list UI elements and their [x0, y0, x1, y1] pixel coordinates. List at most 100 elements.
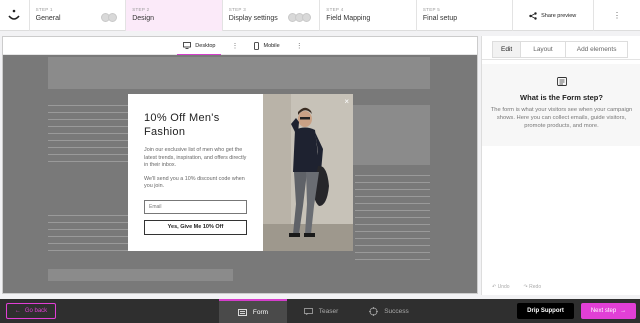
placeholder-line: [355, 224, 430, 225]
popup-title[interactable]: 10% Off Men's Fashion: [144, 111, 247, 139]
help-text: The form is what your visitors see when …: [490, 107, 633, 129]
mobile-tab[interactable]: Mobile: [248, 37, 285, 55]
placeholder-line: [355, 259, 430, 260]
placeholder-block: [48, 269, 233, 281]
redo-icon: ↷: [523, 284, 528, 290]
popup-body-text[interactable]: Join our exclusive list of men who get t…: [144, 147, 247, 170]
arrow-left-icon: ←: [14, 308, 21, 314]
placeholder-line: [355, 203, 430, 204]
step-display-settings[interactable]: STEP 3 Display settings: [221, 0, 320, 31]
go-back-label: Go back: [24, 308, 48, 314]
help-title: What is the Form step?: [520, 93, 603, 102]
step-label: Final setup: [422, 15, 458, 22]
help-doc-icon: [482, 77, 640, 88]
kebab-icon[interactable]: ⋮: [592, 0, 640, 31]
kebab-icon[interactable]: ⋮: [296, 42, 303, 50]
placeholder-line: [48, 140, 128, 141]
placeholder-line: [355, 231, 430, 232]
success-icon: [369, 306, 379, 316]
logo-icon[interactable]: [0, 0, 29, 31]
help-box: What is the Form step? The form is what …: [482, 64, 640, 146]
step-label: Field Mapping: [326, 15, 371, 22]
redo-label: Redo: [529, 284, 542, 290]
popup-body-text-2[interactable]: We'll send you a 10% discount code when …: [144, 176, 247, 191]
placeholder-line: [48, 215, 128, 216]
tab-teaser-label: Teaser: [318, 307, 339, 315]
placeholder-block: [48, 57, 430, 89]
placeholder-line: [48, 126, 128, 127]
arrow-right-icon: →: [620, 308, 627, 314]
tab-form-label: Form: [252, 308, 269, 316]
placeholder-line: [48, 154, 128, 155]
step-field-mapping[interactable]: STEP 4 Field Mapping: [319, 0, 416, 31]
placeholder-line: [355, 189, 430, 190]
step-design[interactable]: STEP 2 Design: [125, 0, 222, 31]
placeholder-line: [48, 229, 128, 230]
desktop-tab[interactable]: Desktop: [177, 37, 222, 56]
editor-panel: Edit Layout Add elements What is the For…: [481, 36, 640, 295]
panel-tabs: Edit Layout Add elements: [482, 36, 640, 60]
popup-image[interactable]: ×: [263, 94, 353, 251]
tab-teaser[interactable]: Teaser: [287, 299, 355, 323]
placeholder-line: [355, 175, 430, 176]
placeholder-line: [48, 119, 128, 120]
tab-edit[interactable]: Edit: [492, 41, 522, 58]
tab-add-elements[interactable]: Add elements: [565, 41, 629, 58]
step-label: Design: [132, 15, 154, 22]
placeholder-line: [48, 222, 128, 223]
man-photo: [263, 94, 353, 251]
placeholder-line: [48, 147, 128, 148]
popup-form[interactable]: 10% Off Men's Fashion Join our exclusive…: [128, 94, 353, 251]
desktop-icon: [183, 42, 192, 49]
placeholder-line: [355, 217, 430, 218]
placeholder-line: [48, 133, 128, 134]
device-switcher: Desktop ⋮ Mobile ⋮: [3, 37, 477, 56]
next-step-label: Next step: [590, 308, 617, 314]
top-step-bar: STEP 1 General STEP 2 Design STEP 3 Disp…: [0, 0, 640, 31]
mobile-icon: [254, 41, 260, 50]
placeholder-line: [355, 196, 430, 197]
tab-layout[interactable]: Layout: [521, 41, 566, 58]
kebab-icon[interactable]: ⋮: [231, 42, 238, 50]
tab-success-label: Success: [384, 307, 409, 315]
placeholder-line: [48, 161, 128, 162]
placeholder-line: [48, 236, 128, 237]
placeholder-line: [48, 105, 128, 106]
placeholder-line: [48, 250, 128, 251]
teaser-icon: [303, 307, 313, 315]
tab-form[interactable]: Form: [219, 299, 287, 323]
form-icon: [238, 308, 247, 316]
history-controls: ↶ Undo ↷ Redo: [492, 284, 541, 290]
placeholder-line: [355, 210, 430, 211]
share-icon: [529, 11, 537, 20]
go-back-button[interactable]: ← Go back: [6, 303, 56, 319]
bottom-bar: ← Go back Form Teaser Success Drip Suppo…: [0, 299, 640, 323]
step-general[interactable]: STEP 1 General: [28, 0, 126, 31]
cta-button[interactable]: Yes, Give Me 10% Off: [144, 219, 247, 235]
share-preview-button[interactable]: Share preview: [511, 0, 593, 31]
step-final-setup[interactable]: STEP 5 Final setup: [415, 0, 512, 31]
close-icon[interactable]: ×: [344, 97, 349, 106]
view-tabs: Form Teaser Success: [219, 299, 423, 323]
drip-support-button[interactable]: Drip Support: [517, 303, 574, 319]
undo-label: Undo: [497, 284, 510, 290]
mobile-label: Mobile: [263, 42, 280, 49]
placeholder-line: [355, 245, 430, 246]
toggle-icon[interactable]: [288, 13, 312, 22]
website-preview-overlay: 10% Off Men's Fashion Join our exclusive…: [3, 55, 477, 293]
next-step-button[interactable]: Next step →: [581, 303, 636, 319]
undo-button[interactable]: ↶ Undo: [492, 284, 510, 290]
placeholder-line: [355, 252, 430, 253]
undo-icon: ↶: [492, 284, 497, 290]
share-preview-label: Share preview: [541, 12, 577, 19]
placeholder-line: [48, 112, 128, 113]
email-field[interactable]: Email: [144, 199, 247, 214]
redo-button[interactable]: ↷ Redo: [524, 284, 542, 290]
preview-area: Desktop ⋮ Mobile ⋮ 10% Off Men's Fashion…: [2, 36, 478, 294]
toggle-icon[interactable]: [101, 13, 118, 22]
placeholder-line: [355, 182, 430, 183]
tab-success[interactable]: Success: [355, 299, 423, 323]
placeholder-line: [355, 238, 430, 239]
popup-content: 10% Off Men's Fashion Join our exclusive…: [128, 94, 263, 251]
placeholder-line: [48, 243, 128, 244]
